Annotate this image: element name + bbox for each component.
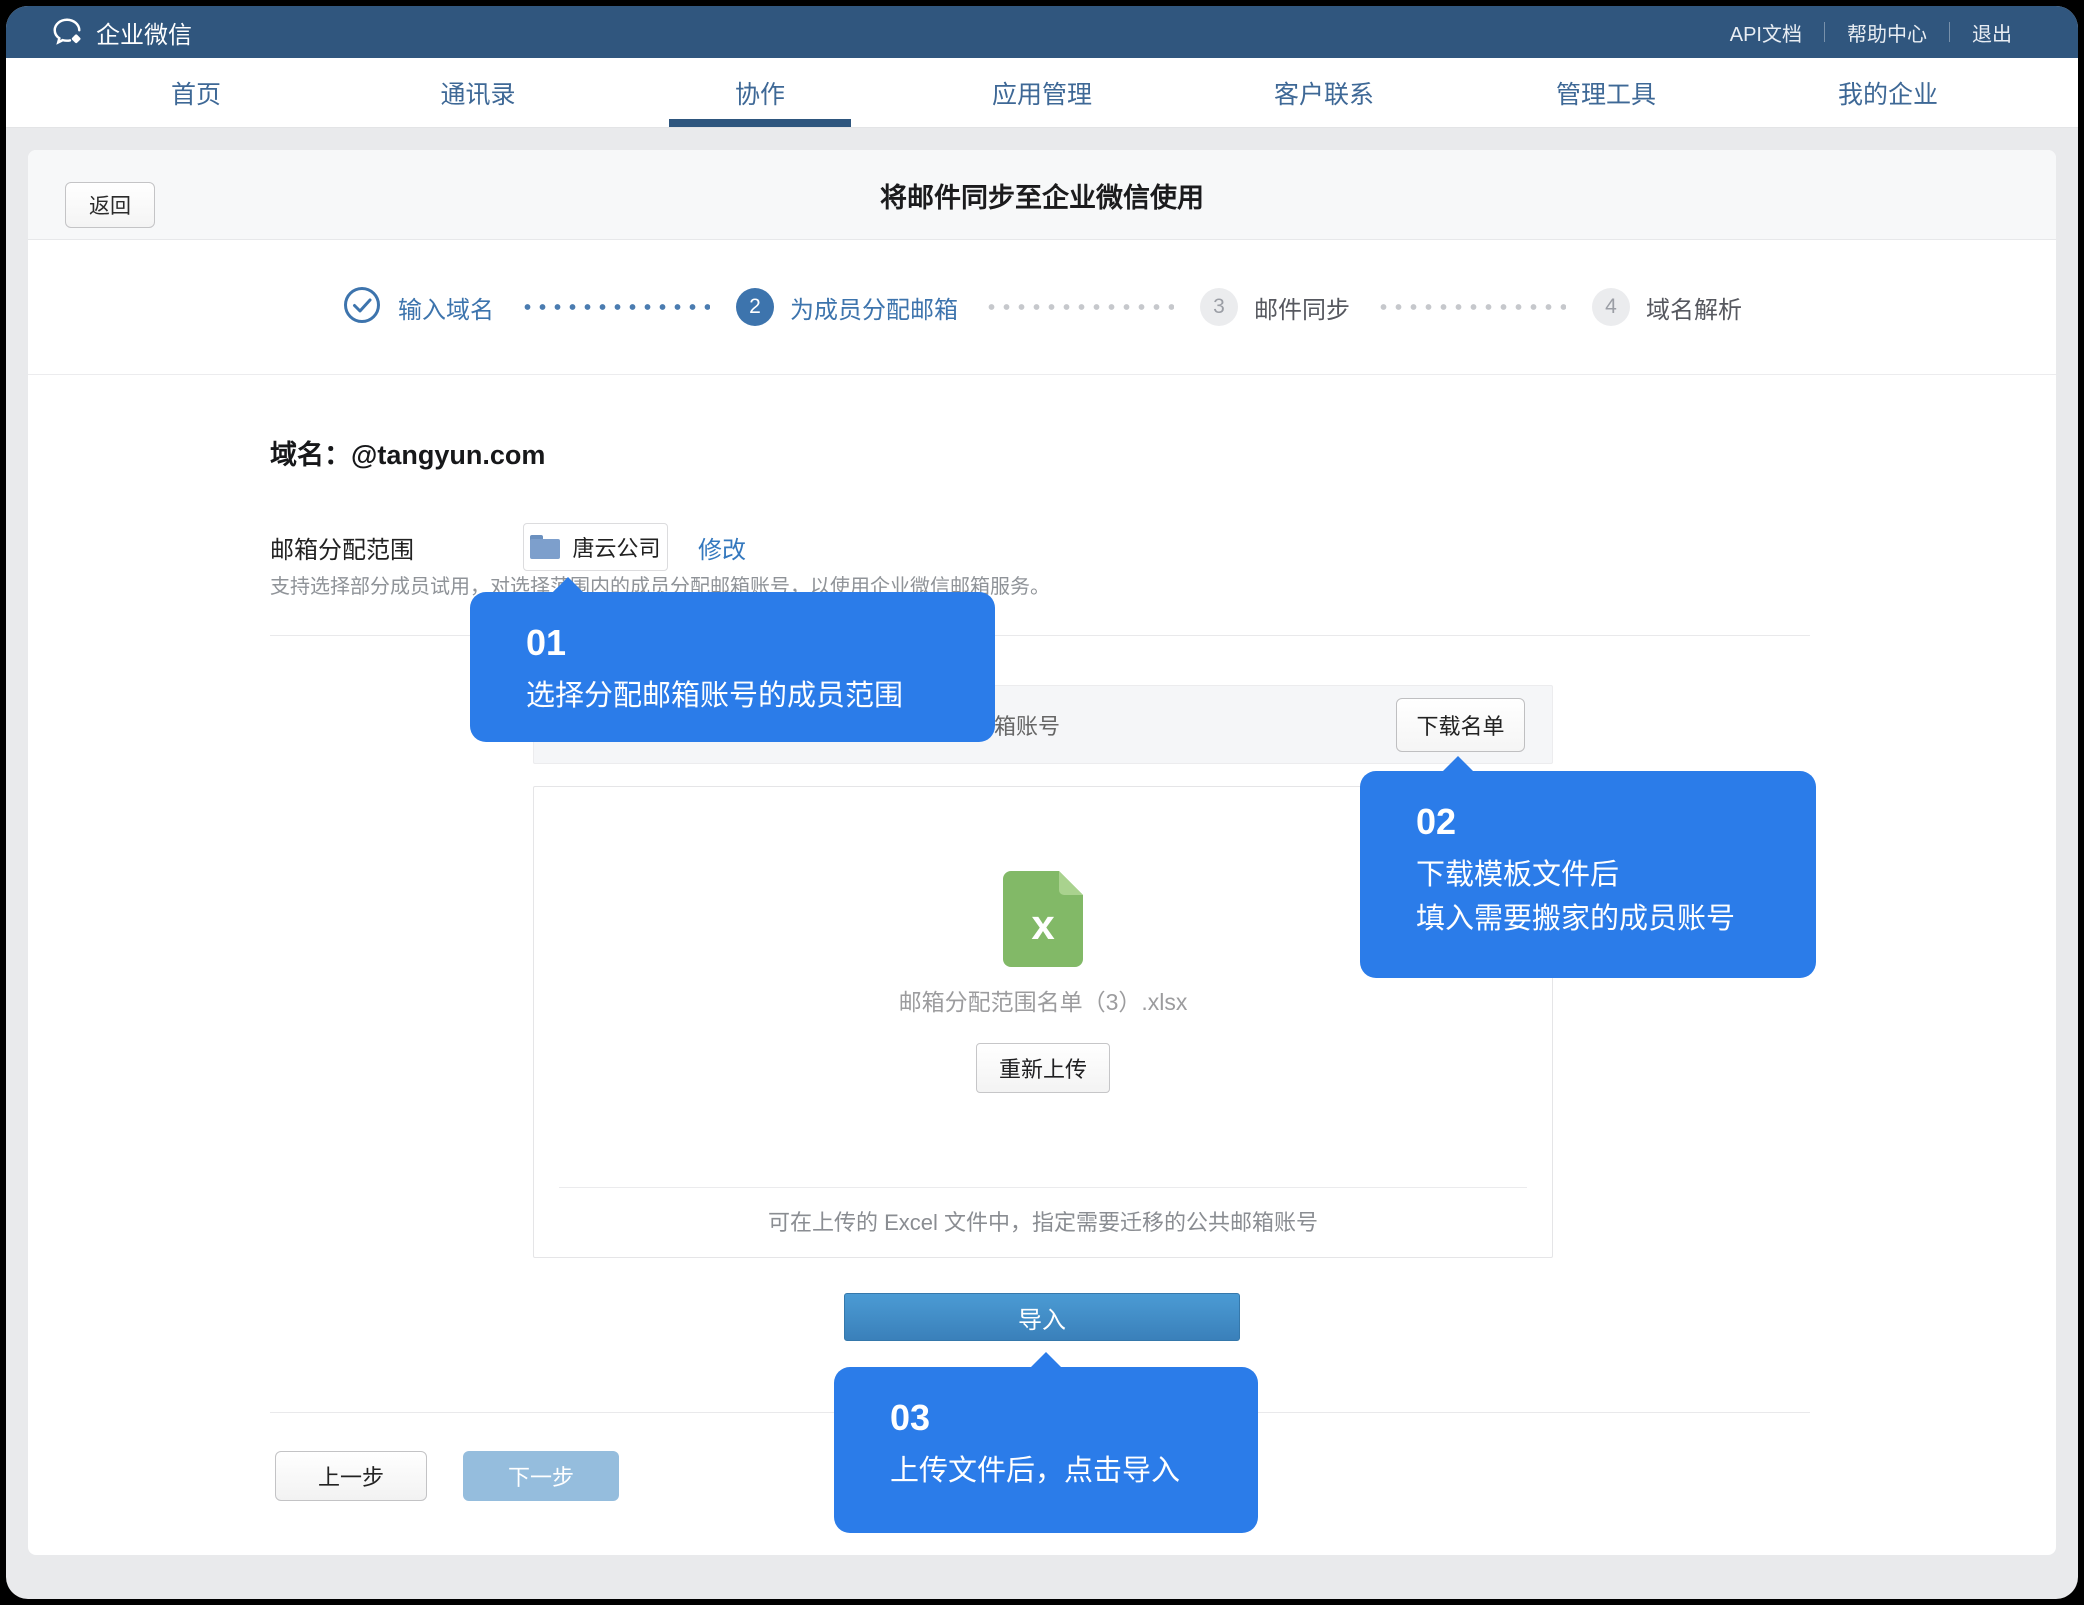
tooltip-arrow-up-icon [1030,1352,1062,1368]
tooltip-arrow-up-icon [1442,756,1474,772]
upload-note-text: 可在上传的 Excel 文件中，指定需要迁移的公共邮箱账号 [534,1205,1552,1237]
previous-step-button[interactable]: 上一步 [275,1451,427,1501]
step-label: 输入域名 [398,290,494,325]
page-header: 将邮件同步至企业微信使用 返回 [28,150,2056,240]
coachmark-number: 02 [1416,801,1816,843]
coachmark-text: 上传文件后，点击导入 [890,1449,1258,1493]
upload-divider [559,1187,1527,1188]
step-number-badge: 4 [1592,288,1630,326]
nav-tab-collaboration[interactable]: 协作 [619,58,901,127]
step-label: 域名解析 [1646,290,1742,325]
step-domain-resolve: 4 域名解析 [1592,288,1742,326]
coachmark-02: 02 下载模板文件后 填入需要搬家的成员账号 [1360,771,1816,978]
excel-file-icon: x [1003,871,1083,967]
reupload-button[interactable]: 重新上传 [976,1043,1110,1093]
step-label: 邮件同步 [1254,290,1350,325]
domain-line: 域名：@tangyun.com [270,433,545,472]
scope-department-chip[interactable]: 唐云公司 [523,523,668,571]
scope-label: 邮箱分配范围 [270,530,523,565]
screenshot-stage: 企业微信 API文档 帮助中心 退出 首页 通讯录 协作 应用管理 客户联系 管… [0,0,2084,1605]
back-button[interactable]: 返回 [65,182,155,228]
nav-tab-admin-tools[interactable]: 管理工具 [1465,58,1747,127]
coachmark-text: 选择分配邮箱账号的成员范围 [526,674,995,718]
stepper-dots [520,303,710,311]
import-button[interactable]: 导入 [844,1293,1240,1341]
nav-tab-contacts[interactable]: 通讯录 [337,58,619,127]
nav-tab-app-management[interactable]: 应用管理 [901,58,1183,127]
coachmark-01: 01 选择分配邮箱账号的成员范围 [470,592,995,742]
api-docs-link[interactable]: API文档 [1708,18,1824,47]
step-assign-mailbox: 2 为成员分配邮箱 [736,288,958,326]
domain-value: @tangyun.com [351,440,545,470]
step-number-badge: 3 [1200,288,1238,326]
step-enter-domain: 输入域名 [342,285,494,330]
domain-label: 域名： [270,440,351,470]
nav-tab-customer-contact[interactable]: 客户联系 [1183,58,1465,127]
help-center-link[interactable]: 帮助中心 [1825,18,1949,47]
uploaded-filename: 邮箱分配范围名单（3）.xlsx [534,983,1552,1017]
wecom-logo-icon [50,15,84,49]
step-number-badge: 2 [736,288,774,326]
nav-tab-home[interactable]: 首页 [55,58,337,127]
step-mail-sync: 3 邮件同步 [1200,288,1350,326]
brand-name: 企业微信 [96,15,192,50]
list-row-text: 箱账号 [994,686,1060,763]
wizard-stepper: 输入域名 2 为成员分配邮箱 3 邮件同步 4 域名解析 [28,240,2056,375]
stepper-dots [984,303,1174,311]
coachmark-03: 03 上传文件后，点击导入 [834,1367,1258,1533]
mailbox-scope-row: 邮箱分配范围 唐云公司 修改 [270,523,746,571]
stepper-dots [1376,303,1566,311]
step-done-check-icon [342,285,382,330]
app-window: 企业微信 API文档 帮助中心 退出 首页 通讯录 协作 应用管理 客户联系 管… [6,6,2078,1599]
top-links: API文档 帮助中心 退出 [1708,18,2034,47]
scope-department-name: 唐云公司 [572,531,660,563]
download-roster-button[interactable]: 下载名单 [1396,698,1525,752]
brand: 企业微信 [50,15,192,50]
coachmark-number: 03 [890,1397,1258,1439]
tooltip-arrow-up-icon [552,577,584,593]
nav-tab-my-company[interactable]: 我的企业 [1747,58,2029,127]
logout-link[interactable]: 退出 [1950,18,2034,47]
page-title: 将邮件同步至企业微信使用 [28,150,2056,240]
main-nav: 首页 通讯录 协作 应用管理 客户联系 管理工具 我的企业 [6,58,2078,128]
folder-icon [530,535,560,559]
step-label: 为成员分配邮箱 [790,290,958,325]
next-step-button-disabled[interactable]: 下一步 [463,1451,619,1501]
svg-text:x: x [1031,901,1055,948]
modify-scope-link[interactable]: 修改 [698,530,746,565]
top-bar: 企业微信 API文档 帮助中心 退出 [6,6,2078,58]
coachmark-text: 填入需要搬家的成员账号 [1416,897,1816,941]
coachmark-number: 01 [526,622,995,664]
coachmark-text: 下载模板文件后 [1416,853,1816,897]
